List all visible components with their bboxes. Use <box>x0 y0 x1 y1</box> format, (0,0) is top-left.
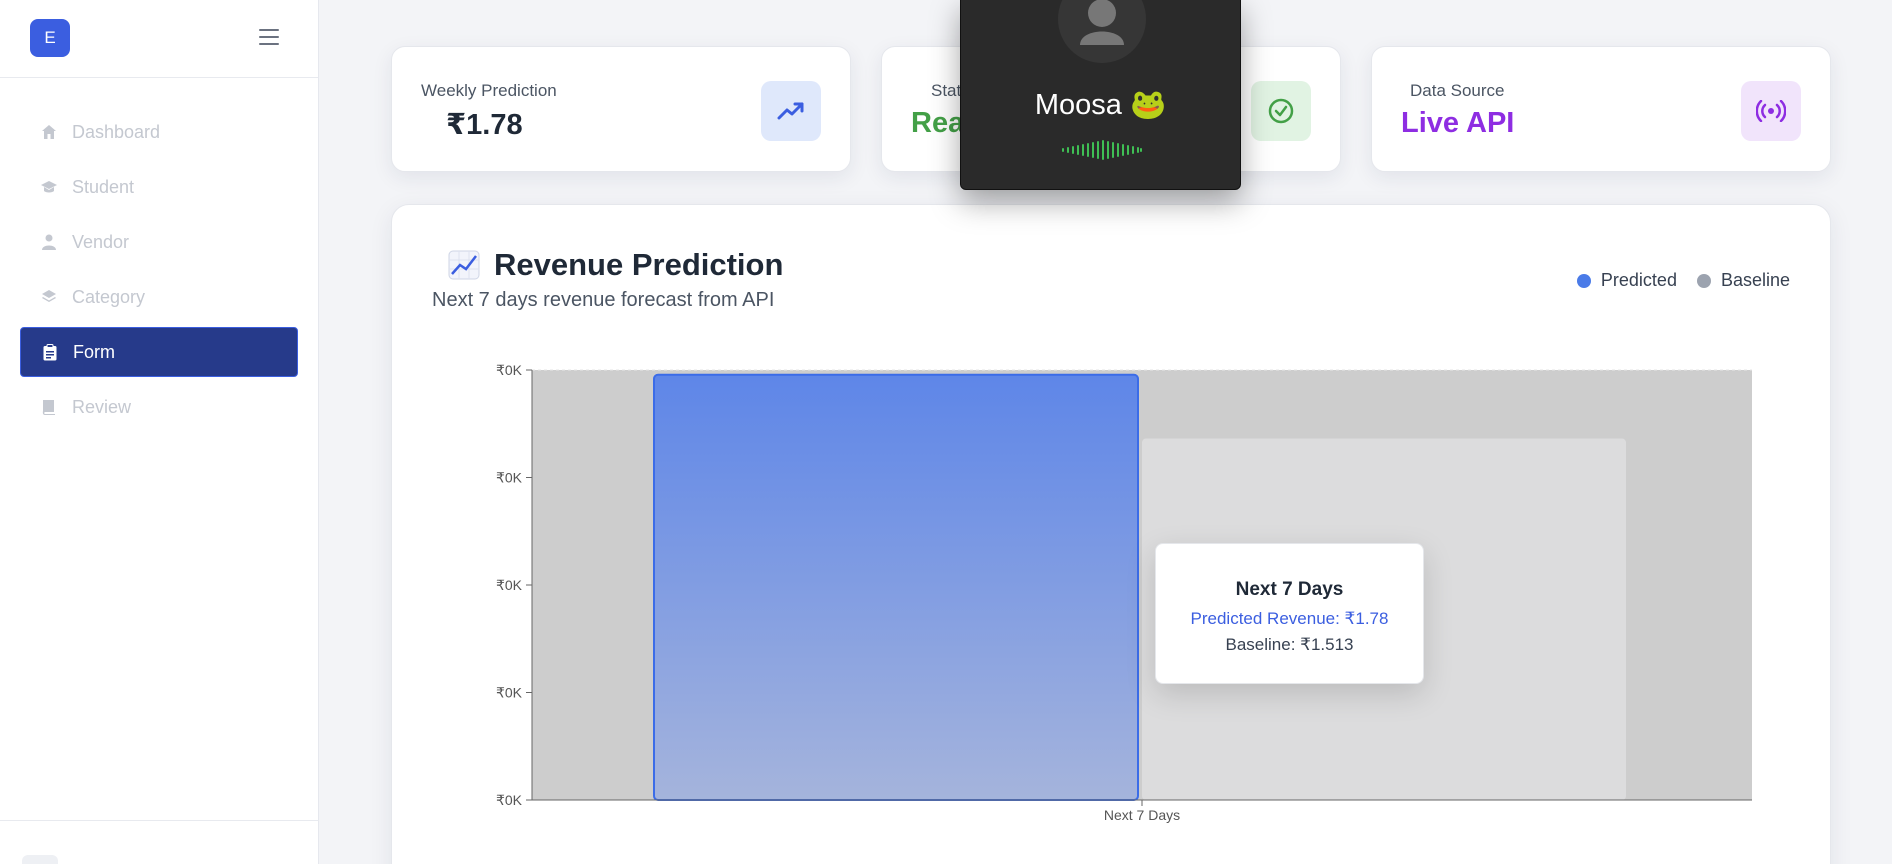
tooltip-baseline: Baseline: ₹1.513 <box>1225 635 1354 654</box>
chart-tooltip: Next 7 Days Predicted Revenue: ₹1.78 Bas… <box>1155 543 1424 684</box>
y-tick-label: ₹0K <box>496 362 523 378</box>
caller-name: Moosa 🐸 <box>1034 89 1167 121</box>
y-tick-label: ₹0K <box>496 577 523 593</box>
bar-predicted <box>653 373 1139 801</box>
caller-avatar <box>1058 0 1146 63</box>
tooltip-predicted: Predicted Revenue: ₹1.78 <box>1190 609 1389 628</box>
audio-waveform-icon <box>1062 140 1142 160</box>
call-overlay[interactable]: Moosa 🐸 <box>960 0 1241 190</box>
tooltip-title: Next 7 Days <box>1235 579 1344 600</box>
x-tick-label: Next 7 Days <box>1104 807 1180 823</box>
y-tick-label: ₹0K <box>496 470 523 486</box>
revenue-chart: ₹0K ₹0K ₹0K ₹0K ₹0K Next 7 Days <box>496 362 1752 823</box>
y-tick-label: ₹0K <box>496 792 523 808</box>
y-tick-label: ₹0K <box>496 685 523 701</box>
